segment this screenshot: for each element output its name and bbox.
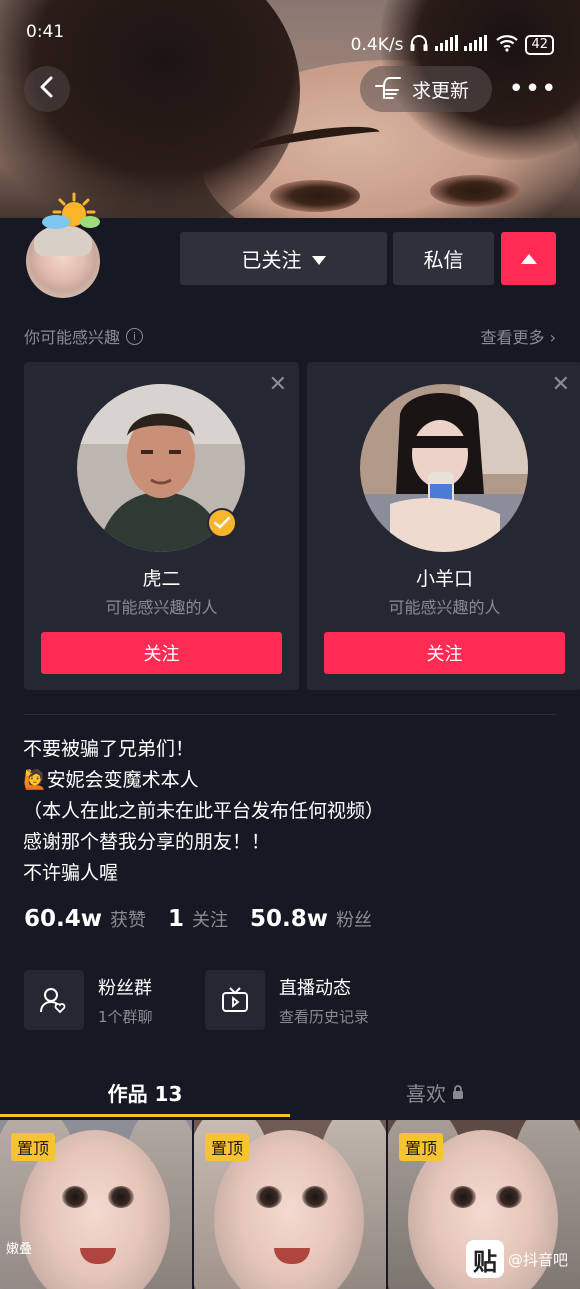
- wifi-icon: [495, 34, 519, 57]
- following-label[interactable]: 关注: [192, 906, 228, 932]
- request-update-label: 求更新: [412, 79, 470, 102]
- followed-label: 已关注: [241, 248, 302, 272]
- live-history-entry[interactable]: 直播动态 查看历史记录: [205, 970, 369, 1030]
- suggested-user-card[interactable]: ✕ 小羊口 可能感兴趣的人 关注: [307, 362, 580, 690]
- profile-avatar[interactable]: [26, 224, 100, 298]
- suggestions-title: 你可能感兴趣: [24, 328, 121, 347]
- caret-up-icon: [520, 249, 537, 268]
- follow-button[interactable]: 关注: [324, 632, 565, 674]
- followers-label[interactable]: 粉丝: [336, 906, 372, 932]
- status-time: 0:41: [26, 22, 65, 42]
- bio-line: 不要被骗了兄弟们！: [23, 738, 195, 760]
- followed-dropdown-button[interactable]: 已关注: [180, 232, 387, 285]
- suggested-user-avatar[interactable]: [360, 384, 528, 552]
- suggestions-header: 你可能感兴趣 i 查看更多 ›: [24, 324, 556, 348]
- live-tv-icon: [205, 970, 265, 1030]
- following-count[interactable]: 1: [168, 906, 184, 932]
- watermark: 贴 @抖音吧: [466, 1240, 568, 1278]
- pinned-badge: 置顶: [11, 1133, 56, 1161]
- chevron-left-icon: [38, 75, 56, 103]
- fan-group-entry[interactable]: 粉丝群 1个群聊: [24, 970, 153, 1030]
- active-tab-indicator: [0, 1114, 290, 1117]
- fan-group-title: 粉丝群: [98, 977, 152, 999]
- content-tabs: 作品 13 喜欢: [0, 1068, 580, 1116]
- network-speed: 0.4K/s: [350, 35, 404, 55]
- fan-group-subtitle: 1个群聊: [98, 1007, 153, 1026]
- tab-works[interactable]: 作品 13: [0, 1068, 290, 1116]
- bio-line: 🙋安妮会变魔术本人: [23, 769, 199, 791]
- video-thumbnail[interactable]: 置顶 嫩叠: [0, 1120, 192, 1289]
- divider: [24, 714, 556, 715]
- message-button[interactable]: 私信: [393, 232, 494, 285]
- lock-icon: [452, 1080, 464, 1104]
- pointing-hand-icon: [374, 74, 404, 105]
- chevron-right-icon: ›: [549, 328, 556, 347]
- back-button[interactable]: [24, 66, 70, 112]
- suggested-user-name[interactable]: 小羊口: [307, 564, 580, 591]
- status-bar: 0:41 0.4K/s 42: [0, 0, 580, 68]
- tab-likes-label: 喜欢: [406, 1081, 446, 1106]
- tab-likes[interactable]: 喜欢: [290, 1068, 580, 1116]
- bio-line: 感谢那个替我分享的朋友！！: [23, 831, 271, 853]
- video-caption: 嫩叠: [6, 1242, 33, 1257]
- fan-group-icon: [24, 970, 84, 1030]
- close-icon[interactable]: ✕: [269, 372, 287, 397]
- message-label: 私信: [423, 248, 464, 272]
- headphone-icon: [409, 34, 429, 57]
- live-history-subtitle: 查看历史记录: [279, 1007, 370, 1026]
- caret-down-icon: [311, 247, 326, 271]
- follow-button[interactable]: 关注: [41, 632, 282, 674]
- watermark-logo-icon: 贴: [466, 1240, 504, 1278]
- pinned-badge: 置顶: [205, 1133, 250, 1161]
- verified-badge-icon: [207, 508, 237, 538]
- collapse-suggestions-button[interactable]: [501, 232, 556, 285]
- likes-count: 60.4w: [24, 906, 102, 932]
- likes-label: 获赞: [110, 910, 146, 931]
- watermark-text: @抖音吧: [508, 1250, 569, 1269]
- more-dots-icon: •••: [508, 74, 558, 104]
- followers-count[interactable]: 50.8w: [250, 906, 328, 932]
- more-options-button[interactable]: •••: [508, 66, 558, 112]
- profile-bio: 不要被骗了兄弟们！ 🙋安妮会变魔术本人 （本人在此之前未在此平台发布任何视频） …: [23, 734, 563, 889]
- see-more-link[interactable]: 查看更多 ›: [480, 324, 556, 348]
- pinned-badge: 置顶: [399, 1133, 444, 1161]
- suggested-user-reason: 可能感兴趣的人: [105, 598, 218, 617]
- suggested-user-name[interactable]: 虎二: [24, 564, 299, 591]
- live-history-title: 直播动态: [279, 977, 351, 999]
- info-icon[interactable]: i: [126, 327, 144, 345]
- bio-line: 不许骗人喔: [23, 862, 119, 884]
- see-more-label: 查看更多: [480, 328, 545, 347]
- bio-line: （本人在此之前未在此平台发布任何视频）: [23, 800, 385, 822]
- video-thumbnail[interactable]: 置顶: [194, 1120, 386, 1289]
- signal-icon: [435, 34, 489, 56]
- profile-stats: 60.4w 获赞 1 关注 50.8w 粉丝: [24, 906, 386, 932]
- sun-badge-icon: [40, 192, 100, 232]
- close-icon[interactable]: ✕: [552, 372, 570, 397]
- suggested-user-card[interactable]: ✕ 虎二 可能感兴趣的人 关注: [24, 362, 299, 690]
- battery-indicator: 42: [525, 35, 554, 55]
- suggested-user-reason: 可能感兴趣的人: [388, 598, 501, 617]
- tab-works-label: 作品 13: [107, 1081, 183, 1106]
- request-update-button[interactable]: 求更新: [360, 66, 492, 112]
